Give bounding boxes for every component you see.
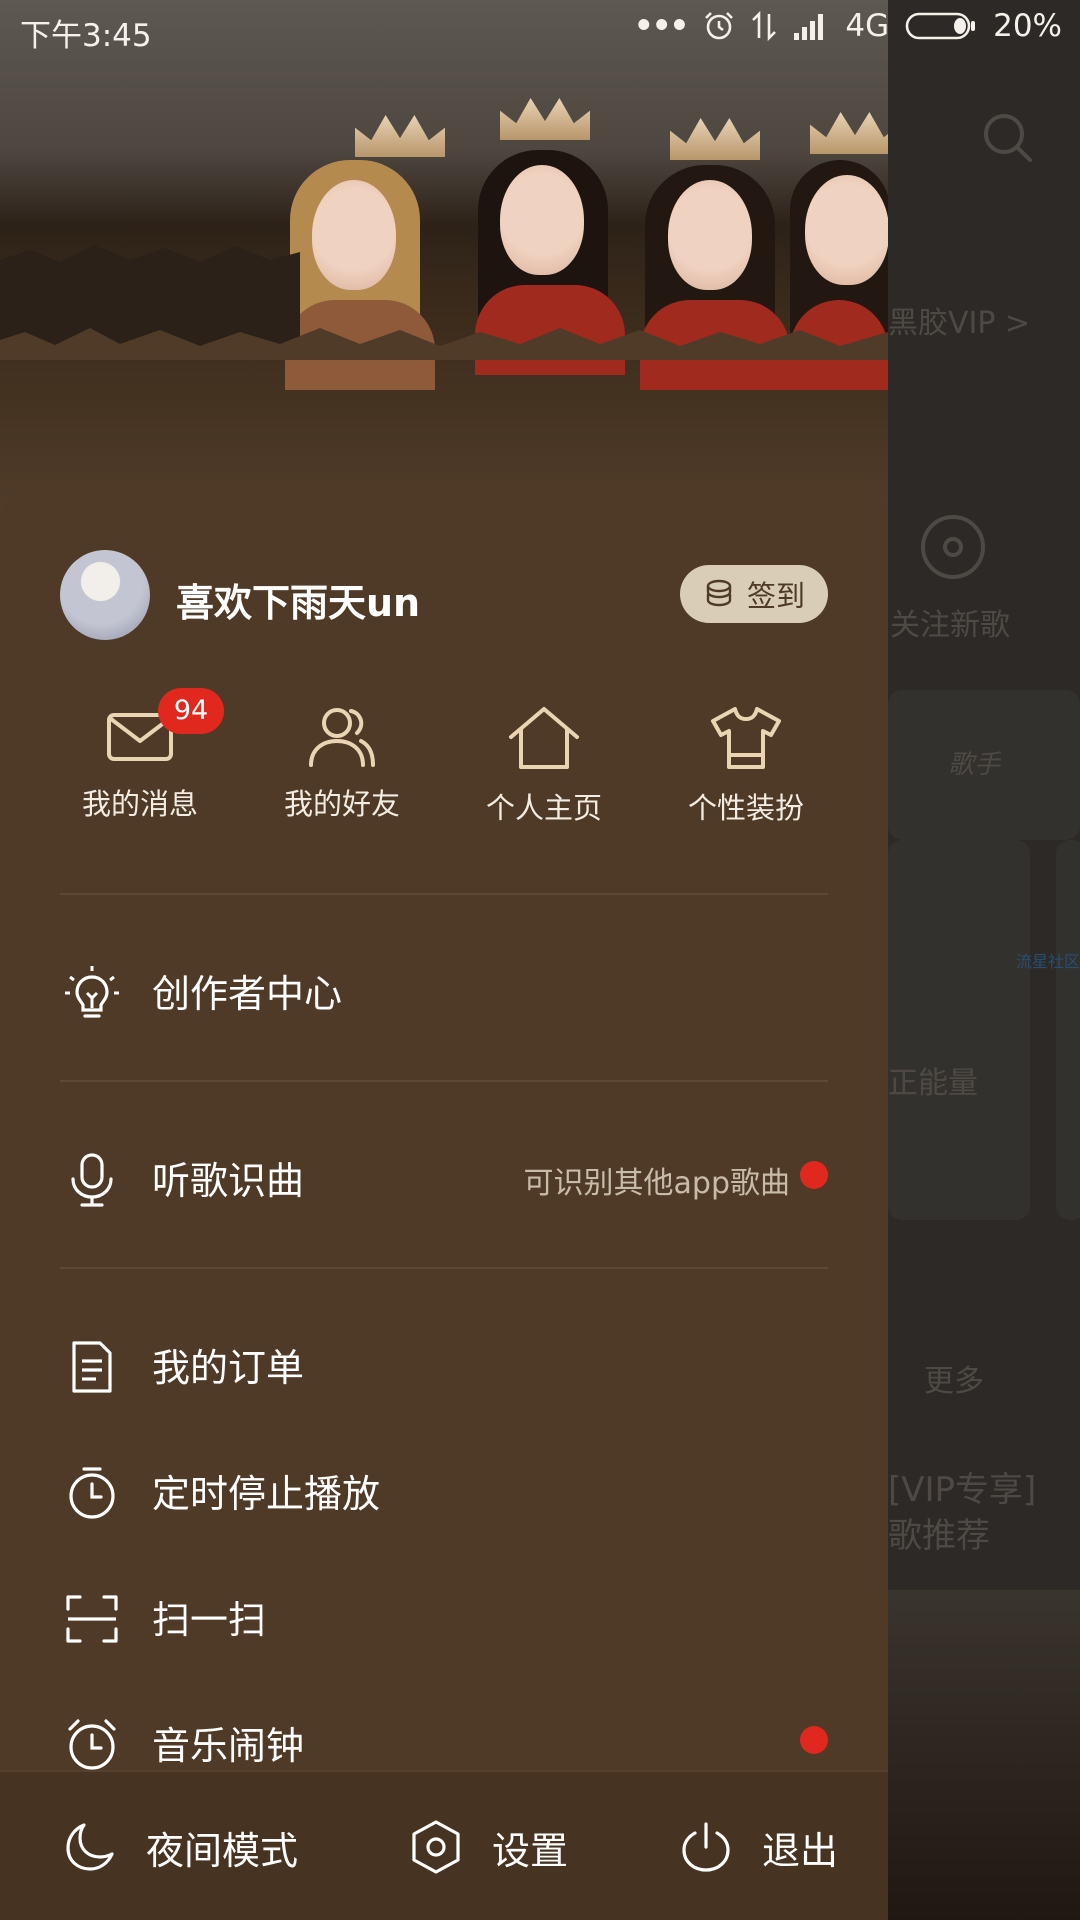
alarm-status-icon bbox=[705, 12, 734, 40]
banner-crown bbox=[355, 115, 445, 157]
banner-crown bbox=[500, 98, 590, 140]
menu-item-my-orders[interactable]: 我的订单 bbox=[0, 1317, 888, 1407]
night-mode-button[interactable]: 夜间模式 bbox=[64, 1772, 298, 1920]
power-icon bbox=[682, 1822, 730, 1872]
menu-item-label: 音乐闹钟 bbox=[152, 1724, 305, 1768]
document-icon bbox=[72, 1341, 112, 1393]
network-type: 4G bbox=[845, 8, 890, 44]
alarm-icon bbox=[68, 1719, 116, 1770]
lightbulb-icon bbox=[65, 966, 119, 1018]
new-indicator-dot bbox=[800, 1161, 828, 1189]
signal-icon bbox=[794, 14, 824, 40]
menu-item-sleep-timer[interactable]: 定时停止播放 bbox=[0, 1443, 888, 1533]
quick-action-label: 我的好友 bbox=[283, 787, 400, 821]
menu-item-label: 扫一扫 bbox=[152, 1598, 267, 1642]
menu-item-scan[interactable]: 扫一扫 bbox=[0, 1569, 888, 1659]
logout-button[interactable]: 退出 bbox=[680, 1772, 838, 1920]
checkin-label: 签到 bbox=[746, 579, 805, 613]
divider bbox=[60, 1267, 828, 1269]
menu-item-creator-center[interactable]: 创作者中心 bbox=[0, 943, 888, 1033]
drawer-panel: 喜欢下雨天un 签到 我的消息 94 我的好友 个人主页 个性装扮 创作者中心 … bbox=[0, 490, 888, 1920]
scan-icon bbox=[66, 1595, 118, 1643]
quick-action-homepage[interactable]: 个人主页 bbox=[459, 705, 629, 827]
username[interactable]: 喜欢下雨天un bbox=[176, 572, 420, 627]
drawer-bottom-bar: 夜间模式 设置 退出 bbox=[0, 1770, 888, 1920]
banner-crown bbox=[670, 118, 760, 160]
friends-icon bbox=[309, 708, 375, 767]
battery-percent: 20% bbox=[993, 8, 1062, 44]
quick-action-dressup[interactable]: 个性装扮 bbox=[661, 705, 831, 827]
menu-item-song-recognition[interactable]: 听歌识曲 可识别其他app歌曲 bbox=[0, 1130, 888, 1220]
divider bbox=[60, 893, 828, 895]
menu-item-label: 创作者中心 bbox=[152, 972, 343, 1016]
coins-icon bbox=[706, 579, 732, 607]
microphone-icon bbox=[71, 1153, 113, 1207]
banner-crown bbox=[810, 112, 888, 154]
torn-edge bbox=[0, 245, 888, 360]
side-drawer: 喜欢下雨天un 签到 我的消息 94 我的好友 个人主页 个性装扮 创作者中心 … bbox=[0, 0, 888, 1920]
settings-button[interactable]: 设置 bbox=[410, 1772, 568, 1920]
new-indicator-dot bbox=[800, 1726, 828, 1754]
checkin-button[interactable]: 签到 bbox=[680, 565, 828, 623]
quick-action-label: 个人主页 bbox=[485, 791, 602, 825]
quick-action-label: 个性装扮 bbox=[687, 791, 804, 825]
menu-item-label: 定时停止播放 bbox=[152, 1472, 381, 1516]
menu-item-label: 我的订单 bbox=[152, 1346, 305, 1390]
settings-label: 设置 bbox=[492, 1828, 569, 1873]
divider bbox=[60, 1080, 828, 1082]
home-icon bbox=[509, 707, 579, 769]
moon-icon bbox=[66, 1823, 114, 1871]
gear-icon bbox=[412, 1820, 460, 1874]
profile-banner bbox=[0, 0, 888, 500]
shirt-icon bbox=[711, 707, 781, 769]
menu-item-label: 听歌识曲 bbox=[152, 1159, 305, 1203]
message-count-badge: 94 bbox=[158, 688, 224, 734]
song-recognition-hint: 可识别其他app歌曲 bbox=[523, 1166, 790, 1201]
quick-action-friends[interactable]: 我的好友 bbox=[257, 705, 427, 823]
night-mode-label: 夜间模式 bbox=[146, 1828, 299, 1873]
status-time: 下午3:45 bbox=[20, 18, 152, 54]
avatar[interactable] bbox=[60, 550, 150, 640]
battery-icon bbox=[905, 12, 976, 40]
data-transfer-icon bbox=[752, 10, 777, 42]
quick-action-label: 我的消息 bbox=[81, 787, 198, 821]
status-icons: ••• 4G 20% bbox=[634, 8, 1062, 44]
timer-icon bbox=[69, 1467, 115, 1519]
logout-label: 退出 bbox=[762, 1828, 839, 1873]
more-dots-icon: ••• bbox=[633, 8, 689, 44]
status-bar: 下午3:45 ••• 4G 20% bbox=[0, 0, 1080, 60]
